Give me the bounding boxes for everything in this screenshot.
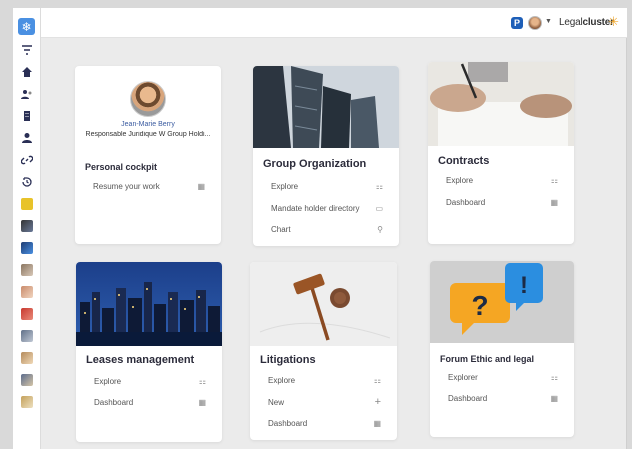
mandate-holder-directory-link[interactable]: Mandate holder directory ▭: [271, 202, 383, 214]
leases-management-title: Leases management: [86, 354, 195, 366]
litigations-new-link[interactable]: New +: [268, 396, 381, 408]
row-label: Explore: [271, 181, 299, 191]
sidebar: ❄: [13, 8, 41, 449]
hierarchy-icon: ⚏: [373, 375, 381, 385]
hierarchy-icon: ⚏: [198, 376, 206, 386]
row-label: Explorer: [448, 372, 478, 382]
module-red-icon[interactable]: [19, 306, 35, 322]
brand-regular: Legal: [559, 17, 583, 28]
top-bar: P ▼ Legalcluster ✳: [41, 8, 627, 38]
row-label: Explore: [268, 375, 296, 385]
contracts-title: Contracts: [438, 155, 490, 167]
home-icon[interactable]: [19, 64, 35, 80]
module-desk-icon[interactable]: [19, 262, 35, 278]
p-badge-icon[interactable]: P: [511, 17, 523, 29]
hierarchy-icon: ⚏: [375, 181, 383, 191]
user-avatar[interactable]: [528, 16, 542, 30]
row-label: Explore: [94, 376, 122, 386]
leases-dashboard-link[interactable]: Dashboard ▦: [94, 396, 206, 408]
signing-contract-image: [428, 62, 574, 146]
litigations-title: Litigations: [260, 354, 316, 366]
city-skyline-image: [76, 262, 222, 346]
litigations-card: Litigations Explore ⚏ New + Dashboard ▦: [250, 262, 397, 440]
app-logo-icon[interactable]: ❄: [18, 18, 35, 35]
litigations-explore-link[interactable]: Explore ⚏: [268, 374, 381, 386]
gavel-image: [250, 262, 397, 346]
module-blue-icon[interactable]: [19, 240, 35, 256]
module-books-icon[interactable]: [19, 394, 35, 410]
forum-ethic-title: Forum Ethic and legal: [440, 354, 535, 364]
row-label: New: [268, 397, 285, 407]
profile-card: Jean-Marie Berry Responsable Juridique W…: [75, 66, 221, 244]
users-icon[interactable]: [19, 86, 35, 102]
group-explore-link[interactable]: Explore ⚏: [271, 180, 383, 192]
module-people-icon[interactable]: [19, 284, 35, 300]
forum-ethic-card: ? ! Forum Ethic and legal Explorer ⚏ Das…: [430, 261, 574, 437]
question-bubbles-image: ? !: [430, 261, 574, 343]
contracts-dashboard-link[interactable]: Dashboard ▦: [446, 196, 558, 208]
row-label: Dashboard: [268, 418, 308, 428]
skyscraper-image: [253, 66, 399, 148]
profile-role: Responsable Juridique W Group Holdi...: [85, 131, 211, 138]
building-icon[interactable]: [19, 108, 35, 124]
grid-icon: ▦: [373, 418, 381, 428]
row-label: Explore: [446, 175, 474, 185]
personal-cockpit-title: Personal cockpit: [85, 162, 158, 172]
hierarchy-icon: ⚏: [550, 175, 558, 185]
group-chart-link[interactable]: Chart ⚲: [271, 223, 383, 235]
litigations-dashboard-link[interactable]: Dashboard ▦: [268, 417, 381, 429]
chevron-down-icon[interactable]: ▼: [545, 18, 552, 25]
row-label: Chart: [271, 224, 291, 234]
link-icon[interactable]: [19, 152, 35, 168]
svg-text:?: ?: [471, 290, 488, 321]
row-label: Mandate holder directory: [271, 203, 360, 213]
module-yellow-icon[interactable]: [19, 196, 35, 212]
brand-star-icon: ✳: [608, 14, 619, 29]
contracts-card: Contracts Explore ⚏ Dashboard ▦: [428, 62, 574, 244]
module-hands-icon[interactable]: [19, 350, 35, 366]
profile-name[interactable]: Jean-Marie Berry: [75, 121, 221, 128]
org-chart-icon: ⚲: [377, 224, 383, 234]
grid-icon: ▦: [198, 397, 206, 407]
svg-text:!: !: [520, 272, 528, 299]
plus-icon: +: [374, 396, 381, 408]
person-icon[interactable]: [19, 130, 35, 146]
grid-icon: ▦: [197, 181, 205, 191]
avatar[interactable]: [130, 81, 166, 117]
grid-icon: ▦: [550, 393, 558, 403]
module-city-icon[interactable]: [19, 218, 35, 234]
row-label: Dashboard: [94, 397, 134, 407]
filter-icon[interactable]: [19, 42, 35, 58]
resume-work-link[interactable]: Resume your work ▦: [93, 180, 205, 192]
leases-explore-link[interactable]: Explore ⚏: [94, 375, 206, 387]
group-organization-card: Group Organization Explore ⚏ Mandate hol…: [253, 66, 399, 246]
module-meeting-icon[interactable]: [19, 372, 35, 388]
forum-dashboard-link[interactable]: Dashboard ▦: [448, 392, 558, 404]
row-label: Dashboard: [448, 393, 488, 403]
row-label: Dashboard: [446, 197, 486, 207]
contracts-explore-link[interactable]: Explore ⚏: [446, 174, 558, 186]
group-organization-title: Group Organization: [263, 158, 367, 170]
leases-management-card: Leases management Explore ⚏ Dashboard ▦: [76, 262, 222, 442]
history-icon[interactable]: [19, 174, 35, 190]
hierarchy-icon: ⚏: [550, 372, 558, 382]
module-office-icon[interactable]: [19, 328, 35, 344]
grid-icon: ▦: [550, 197, 558, 207]
brand-logo: Legalcluster: [559, 17, 614, 28]
forum-explorer-link[interactable]: Explorer ⚏: [448, 371, 558, 383]
row-label: Resume your work: [93, 181, 160, 191]
folder-icon: ▭: [375, 203, 383, 213]
